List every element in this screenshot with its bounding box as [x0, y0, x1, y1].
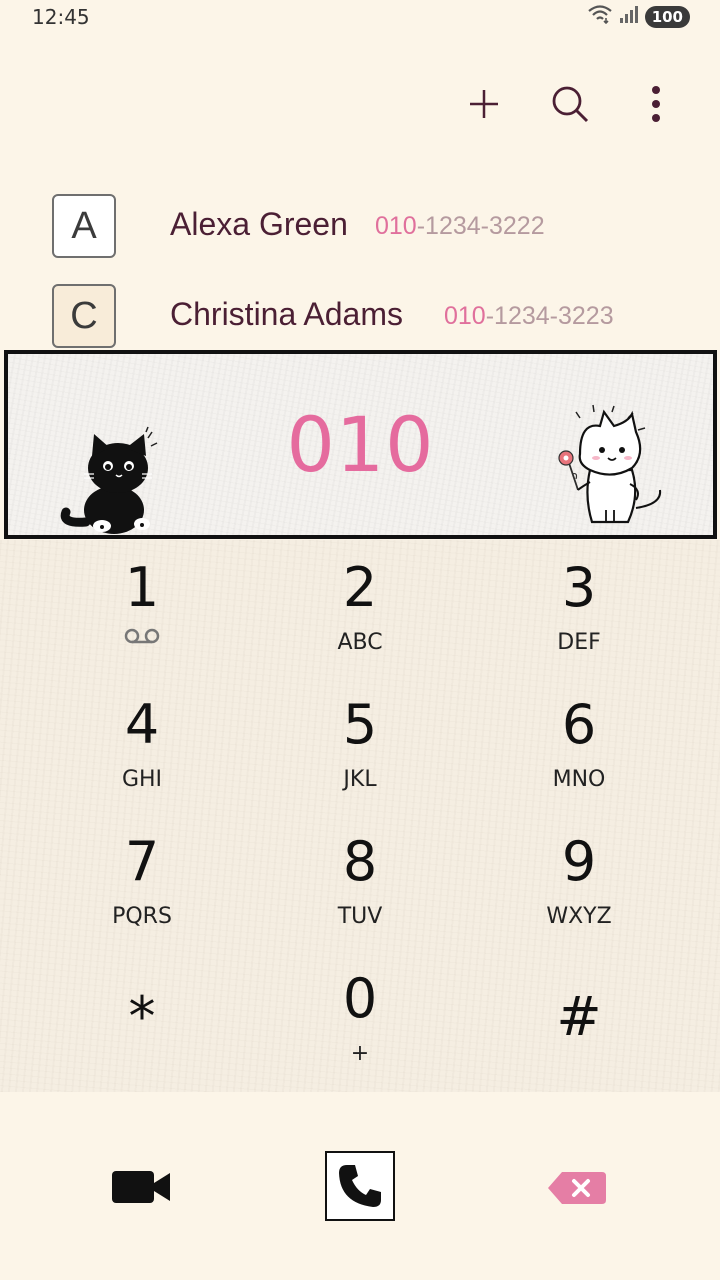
contact-phone: 010-1234-3222: [375, 212, 545, 241]
status-icons: 100: [587, 4, 690, 29]
video-call-button[interactable]: [102, 1152, 182, 1222]
key-digit: 7: [124, 830, 160, 893]
key-6[interactable]: 6 MNO: [479, 677, 679, 807]
key-letters: MNO: [552, 767, 606, 792]
key-letters: JKL: [343, 767, 377, 792]
key-9[interactable]: 9 WXYZ: [479, 814, 679, 944]
toolbar: [460, 80, 680, 128]
key-3[interactable]: 3 DEF: [479, 540, 679, 670]
contact-name: Christina Adams: [170, 296, 403, 332]
key-letters: TUV: [337, 904, 383, 929]
key-digit: 9: [561, 830, 597, 893]
key-letters: WXYZ: [546, 904, 612, 929]
key-digit: 3: [561, 556, 597, 619]
phone-prefix-match: 010: [444, 302, 486, 330]
key-letters: PQRS: [112, 904, 172, 929]
bottom-bar: [0, 1092, 720, 1280]
contact-index-letter: C: [52, 284, 116, 348]
key-digit: 0: [342, 967, 378, 1030]
key-digit: 8: [342, 830, 378, 893]
backspace-icon: [548, 1172, 606, 1204]
key-letters: GHI: [121, 767, 163, 792]
search-button[interactable]: [546, 80, 594, 128]
key-2[interactable]: 2 ABC: [260, 540, 460, 670]
phone-prefix-match: 010: [375, 212, 417, 240]
key-letters: +: [350, 1041, 370, 1066]
status-bar: 12:45 100: [0, 0, 720, 34]
add-icon: [470, 90, 498, 118]
backspace-button[interactable]: [542, 1158, 612, 1218]
add-contact-button[interactable]: [460, 80, 508, 128]
key-star[interactable]: *: [42, 951, 242, 1081]
key-letters: ABC: [337, 630, 383, 655]
key-digit: 1: [124, 556, 160, 619]
search-icon: [552, 86, 589, 123]
contact-name: Alexa Green: [170, 206, 348, 242]
call-icon: [339, 1165, 381, 1207]
battery-icon: 100: [644, 5, 690, 28]
key-5[interactable]: 5 JKL: [260, 677, 460, 807]
video-call-icon: [112, 1171, 170, 1203]
contact-phone: 010-1234-3223: [444, 302, 614, 331]
key-letters: DEF: [557, 630, 601, 655]
phone-rest: -1234-3223: [485, 302, 614, 330]
key-digit: 6: [561, 693, 597, 756]
more-vert-icon: [652, 86, 660, 122]
key-digit: 5: [342, 693, 378, 756]
contact-item-alexa-green[interactable]: A Alexa Green 010-1234-3222: [0, 194, 720, 274]
key-7[interactable]: 7 PQRS: [42, 814, 242, 944]
wifi-icon: [587, 4, 613, 29]
key-4[interactable]: 4 GHI: [42, 677, 242, 807]
more-options-button[interactable]: [632, 80, 680, 128]
key-digit: 4: [124, 693, 160, 756]
white-cat-illustration: [550, 404, 670, 539]
key-1[interactable]: 1: [42, 540, 242, 670]
contact-index-letter: A: [52, 194, 116, 258]
key-digit: 2: [342, 556, 378, 619]
key-digit: *: [128, 985, 156, 1048]
key-digit: #: [556, 985, 602, 1048]
key-8[interactable]: 8 TUV: [260, 814, 460, 944]
number-display: 010: [4, 350, 717, 539]
status-time: 12:45: [32, 5, 90, 29]
key-hash[interactable]: #: [479, 951, 679, 1081]
dialer-screen: 12:45 100 A Alexa Green 010-1234-3222 C …: [0, 0, 720, 1280]
call-button[interactable]: [325, 1151, 395, 1221]
dial-keypad: 1 2 ABC 3 DEF 4 GHI 5 JKL 6 MNO 7 PQRS 8…: [0, 540, 720, 1092]
key-0[interactable]: 0 +: [260, 951, 460, 1081]
signal-icon: [619, 4, 639, 29]
phone-rest: -1234-3222: [416, 212, 545, 240]
voicemail-icon: [42, 626, 242, 652]
